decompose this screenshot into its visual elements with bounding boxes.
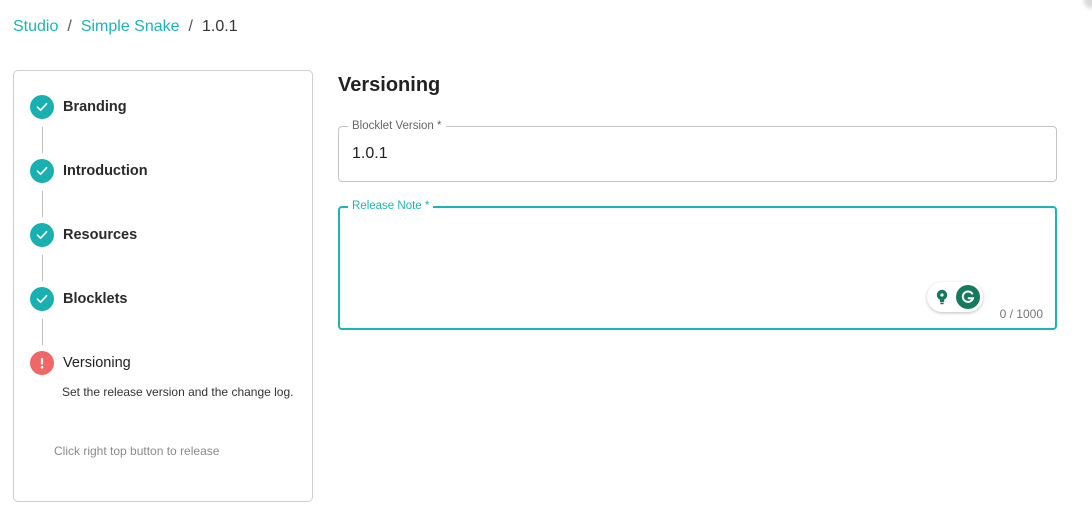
lightbulb-icon[interactable]: [931, 286, 953, 308]
breadcrumb-simple-snake[interactable]: Simple Snake: [81, 17, 180, 37]
step-versioning[interactable]: Versioning: [30, 351, 131, 375]
breadcrumb: Studio / Simple Snake / 1.0.1: [13, 17, 238, 37]
error-exclamation-icon: [30, 351, 54, 375]
character-counter: 0 / 1000: [999, 307, 1043, 321]
step-label: Introduction: [63, 163, 148, 179]
step-connector: [42, 191, 43, 217]
release-note-field: Release Note * 0 / 1000: [338, 199, 1057, 330]
release-hint: Click right top button to release: [54, 444, 220, 458]
release-note-textarea[interactable]: [352, 222, 1042, 282]
release-stepper: Branding Introduction Resources Blocklet…: [13, 70, 313, 502]
breadcrumb-separator: /: [188, 18, 193, 35]
field-label: Blocklet Version *: [348, 119, 446, 133]
blocklet-version-field: Blocklet Version *: [338, 119, 1057, 182]
grammarly-logo-icon[interactable]: [956, 285, 980, 309]
check-icon: [30, 287, 54, 311]
step-label: Blocklets: [63, 291, 128, 307]
check-icon: [30, 95, 54, 119]
window-corner-shadow: [1084, 0, 1092, 8]
step-label: Versioning: [63, 355, 131, 371]
field-label: Release Note *: [348, 199, 434, 213]
step-label: Resources: [63, 227, 138, 243]
step-introduction[interactable]: Introduction: [30, 159, 148, 183]
check-icon: [30, 223, 54, 247]
check-icon: [30, 159, 54, 183]
page: Studio / Simple Snake / 1.0.1 Branding I…: [0, 0, 1092, 527]
breadcrumb-studio[interactable]: Studio: [13, 17, 58, 37]
step-connector: [42, 127, 43, 153]
blocklet-version-input[interactable]: [352, 145, 1032, 163]
step-connector: [42, 255, 43, 281]
step-label: Branding: [63, 99, 127, 115]
section-title: Versioning: [338, 74, 441, 96]
step-blocklets[interactable]: Blocklets: [30, 287, 127, 311]
step-resources[interactable]: Resources: [30, 223, 137, 247]
step-branding[interactable]: Branding: [30, 95, 127, 119]
breadcrumb-current-version: 1.0.1: [202, 18, 238, 35]
step-description: Set the release version and the change l…: [62, 385, 294, 399]
step-connector: [42, 319, 43, 345]
breadcrumb-separator: /: [67, 18, 72, 35]
grammarly-widget[interactable]: [927, 282, 983, 312]
